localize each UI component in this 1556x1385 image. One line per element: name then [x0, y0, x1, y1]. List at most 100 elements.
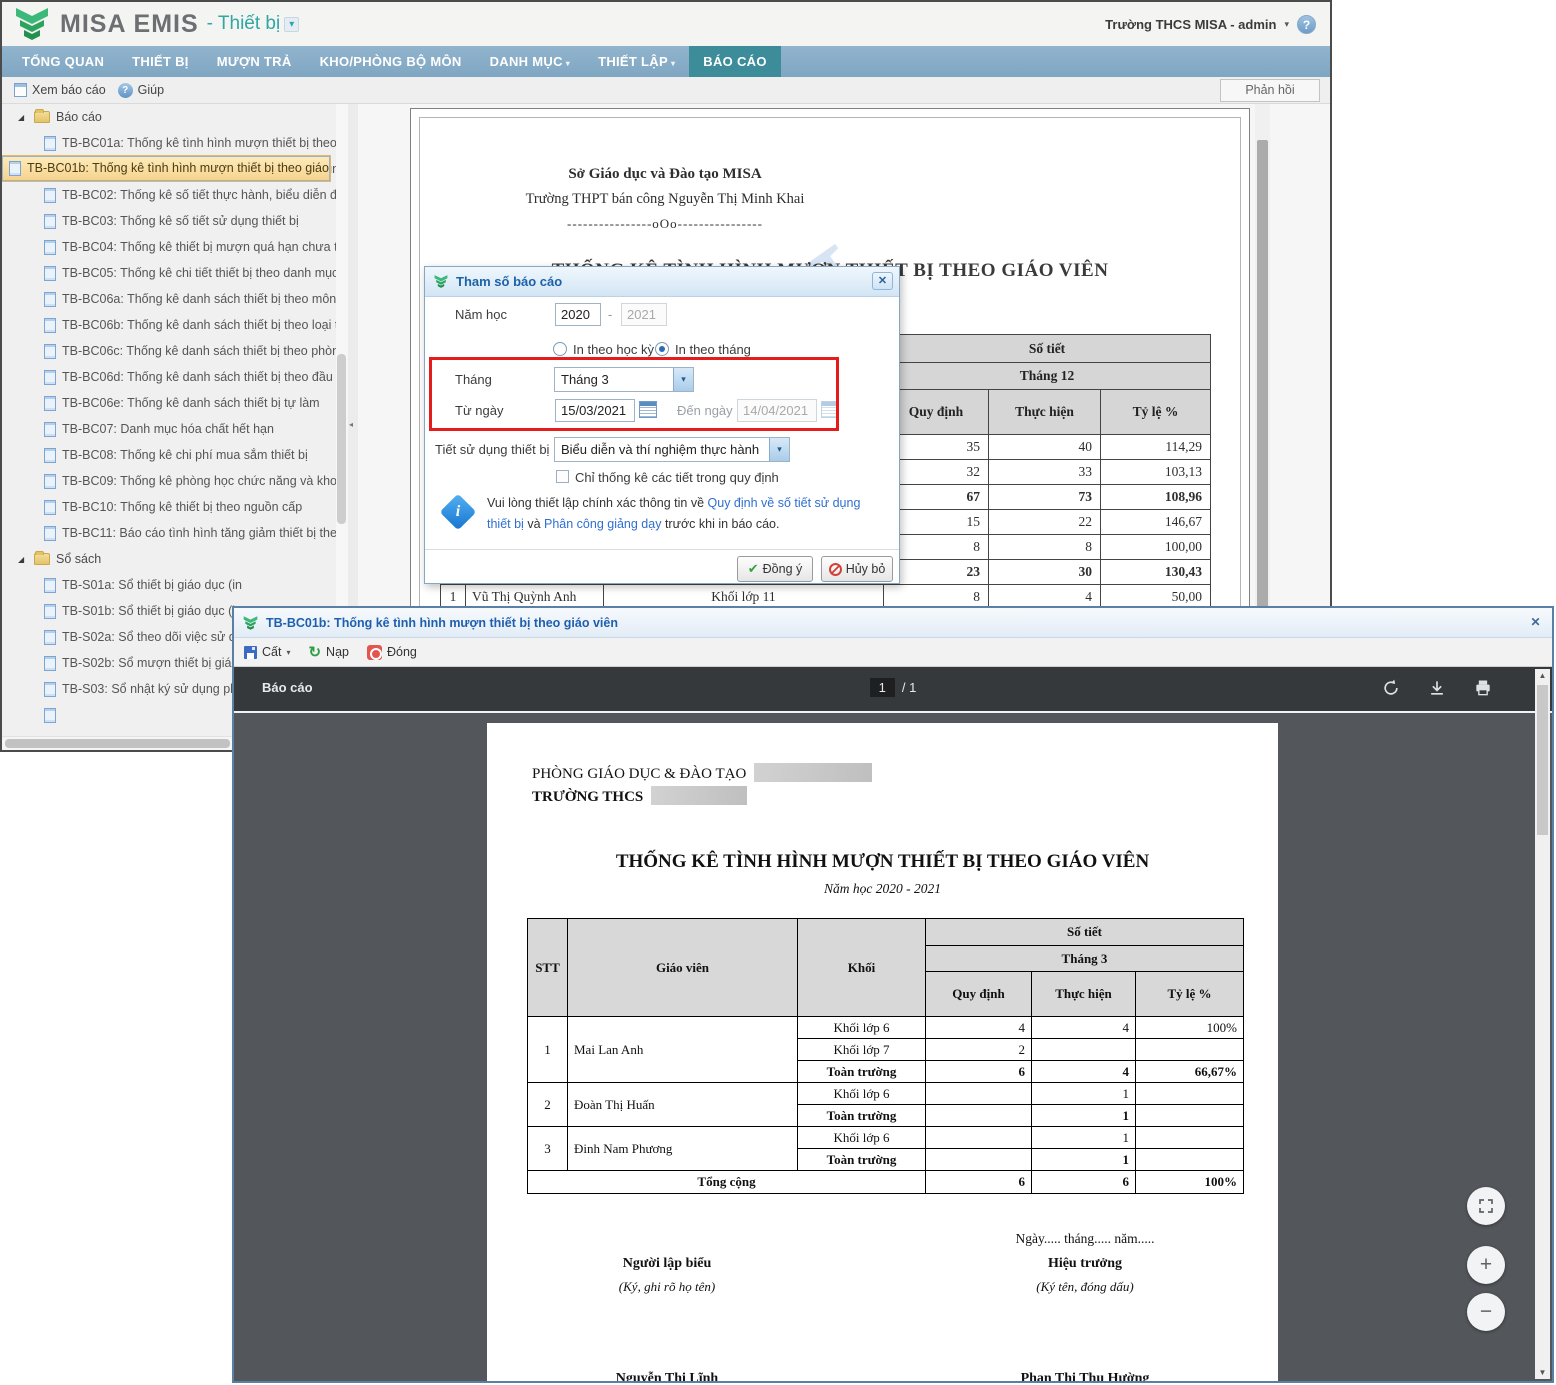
nav-tong-quan[interactable]: TỔNG QUAN — [8, 46, 118, 77]
print-icon[interactable] — [1472, 677, 1494, 699]
zoom-in-button[interactable]: + — [1467, 1246, 1505, 1284]
date-line: Ngày..... tháng..... năm..... — [1015, 1231, 1155, 1246]
folder-icon — [34, 109, 50, 123]
year-to-input[interactable]: 2021 — [621, 303, 667, 326]
report-icon — [44, 395, 56, 411]
report-icon — [44, 265, 56, 281]
download-icon[interactable] — [1426, 677, 1448, 699]
account-name[interactable]: Trường THCS MISA - admin — [1105, 17, 1276, 32]
report-subtitle: Năm học 2020 - 2021 — [824, 881, 941, 896]
nav-thiet-lap[interactable]: THIẾT LẬP ▾ — [584, 46, 689, 77]
expand-icon[interactable]: ◢ — [18, 113, 28, 122]
scrollbar-thumb[interactable] — [1257, 140, 1268, 660]
tree-item[interactable]: TB-S01a: Sổ thiết bị giáo dục (in — [2, 572, 347, 598]
tree-item[interactable]: TB-BC04: Thống kê thiết bị mượn quá hạn … — [2, 234, 347, 260]
report-page: PHÒNG GIÁO DỤC & ĐÀO TẠO TRƯỜNG THCS THỐ… — [487, 723, 1278, 1381]
close-button[interactable]: Đóng — [366, 644, 417, 660]
expand-icon[interactable]: ◢ — [18, 555, 28, 564]
nav-thiet-bi[interactable]: THIẾT BỊ — [118, 46, 203, 77]
report-icon — [44, 447, 56, 463]
close-icon[interactable]: ✕ — [1527, 615, 1544, 630]
report-icon — [44, 603, 56, 619]
tree-item[interactable]: TB-BC03: Thống kê số tiết sử dụng thiết … — [2, 208, 347, 234]
report-viewer-window: TB-BC01b: Thống kê tình hình mượn thiết … — [232, 606, 1554, 1383]
redacted-text — [754, 763, 873, 782]
nav-danh-muc[interactable]: DANH MỤC ▾ — [476, 46, 585, 77]
scroll-down-icon[interactable]: ▼ — [1535, 1368, 1550, 1377]
cancel-button[interactable]: Hủy bỏ — [821, 556, 893, 582]
view-report-button[interactable]: Xem báo cáo — [14, 83, 106, 97]
nav-muon-tra[interactable]: MƯỢN TRẢ — [203, 46, 306, 77]
dialog-title: Tham số báo cáo — [456, 274, 563, 289]
link-phan-cong[interactable]: Phân công giảng dạy — [544, 517, 661, 531]
zoom-out-button[interactable]: − — [1467, 1293, 1505, 1331]
radio-month-label[interactable]: In theo tháng — [675, 342, 751, 357]
chevron-down-icon[interactable]: ▾ — [769, 438, 789, 461]
col-thuc-hien: Thực hiện — [1031, 971, 1136, 1017]
tree-item[interactable]: TB-BC01a: Thống kê tình hình mượn thiết … — [2, 130, 347, 156]
radio-month[interactable] — [655, 342, 669, 356]
tree-item[interactable]: TB-BC06c: Thống kê danh sách thiết bị th… — [2, 338, 347, 364]
save-button[interactable]: Cất ▾ — [244, 645, 290, 659]
tree-item[interactable]: TB-BC06a: Thống kê danh sách thiết bị th… — [2, 286, 347, 312]
help-button[interactable]: ? Giúp — [117, 82, 164, 98]
device-period-select[interactable]: Biểu diễn và thí nghiệm thực hành ▾ — [554, 437, 790, 462]
report-icon — [44, 135, 56, 151]
tree-item[interactable]: TB-BC06b: Thống kê danh sách thiết bị th… — [2, 312, 347, 338]
tree-item[interactable]: TB-BC08: Thống kê chi phí mua sắm thiết … — [2, 442, 347, 468]
tree-item[interactable]: TB-BC06d: Thống kê danh sách thiết bị th… — [2, 364, 347, 390]
report-icon — [44, 629, 56, 645]
report-icon — [44, 681, 56, 697]
tree-item[interactable]: TB-BC11: Báo cáo tình hình tăng giảm thi… — [2, 520, 347, 546]
misa-logo-icon — [16, 8, 48, 40]
dialog-titlebar[interactable]: Tham số báo cáo ✕ — [425, 267, 899, 297]
dialog-note: Vui lòng thiết lập chính xác thông tin v… — [487, 496, 861, 531]
popup-titlebar[interactable]: TB-BC01b: Thống kê tình hình mượn thiết … — [234, 608, 1552, 638]
collapse-icon[interactable]: ◂ — [349, 420, 353, 429]
nav-bao-cao[interactable]: BÁO CÁO — [689, 46, 781, 77]
checkbox-label[interactable]: Chỉ thống kê các tiết trong quy định — [575, 470, 779, 485]
scrollbar-thumb[interactable] — [5, 739, 230, 748]
dialog-footer: ✔ Đồng ý Hủy bỏ — [425, 549, 899, 585]
sig-left-note: (Ký, ghi rõ họ tên) — [618, 1279, 716, 1294]
tree-folder-so-sach[interactable]: ◢ Sổ sách — [2, 546, 347, 572]
year-dash: - — [608, 307, 613, 322]
radio-semester[interactable] — [553, 342, 567, 356]
chevron-down-icon: ▾ — [565, 59, 571, 68]
feedback-button[interactable]: Phản hồi — [1220, 79, 1320, 102]
current-page-input[interactable]: 1 — [869, 678, 895, 697]
table-row: 3 Đinh Nam Phương Khối lớp 61 — [527, 1126, 1244, 1171]
sig-right-note: (Ký tên, đóng dấu) — [1036, 1279, 1134, 1294]
close-icon[interactable]: ✕ — [872, 272, 893, 290]
main-nav: TỔNG QUAN THIẾT BỊ MƯỢN TRẢ KHO/PHÒNG BỘ… — [2, 46, 1330, 77]
tree-item[interactable]: TB-BC07: Danh mục hóa chất hết hạn — [2, 416, 347, 442]
rotate-icon[interactable] — [1380, 677, 1402, 699]
fit-page-button[interactable] — [1467, 1187, 1505, 1225]
tree-item[interactable]: TB-BC09: Thống kê phòng học chức năng và… — [2, 468, 347, 494]
module-dropdown-icon[interactable]: ▾ — [284, 16, 300, 32]
scroll-up-icon[interactable]: ▲ — [1535, 671, 1550, 680]
popup-vertical-scrollbar[interactable]: ▲ ▼ — [1535, 669, 1550, 1379]
scrollbar-thumb[interactable] — [1537, 685, 1548, 835]
radio-semester-label[interactable]: In theo học kỳ — [573, 342, 654, 357]
col-so-tiet: Số tiết — [925, 918, 1244, 946]
tree-item[interactable]: TB-BC06e: Thống kê danh sách thiết bị tự… — [2, 390, 347, 416]
tree-item[interactable]: TB-BC02: Thống kê số tiết thực hành, biể… — [2, 182, 347, 208]
help-icon[interactable]: ? — [1297, 14, 1316, 34]
page-indicator: 1/ 1 — [234, 678, 1552, 697]
report-icon — [44, 473, 56, 489]
chevron-down-icon: ▾ — [670, 59, 676, 68]
tree-folder-bao-cao[interactable]: ◢ Báo cáo — [2, 104, 347, 130]
only-regulated-checkbox[interactable] — [556, 470, 569, 483]
year-from-input[interactable]: 2020 — [555, 303, 601, 326]
report-divider: ----------------oOo---------------- — [567, 216, 763, 231]
tree-item[interactable]: TB-BC05: Thống kê chi tiết thiết bị theo… — [2, 260, 347, 286]
tree-item-selected[interactable]: TB-BC01b: Thống kê tình hình mượn thiết … — [2, 155, 331, 182]
reload-button[interactable]: ↻ Nạp — [308, 643, 349, 661]
module-name: - Thiết bị — [206, 13, 281, 34]
scrollbar-thumb[interactable] — [337, 354, 346, 524]
tree-item[interactable]: TB-BC10: Thống kê thiết bị theo nguồn cấ… — [2, 494, 347, 520]
ok-button[interactable]: ✔ Đồng ý — [737, 556, 813, 582]
nav-kho-phong[interactable]: KHO/PHÒNG BỘ MÔN — [306, 46, 476, 77]
account-dropdown-icon[interactable]: ▾ — [1284, 19, 1289, 30]
